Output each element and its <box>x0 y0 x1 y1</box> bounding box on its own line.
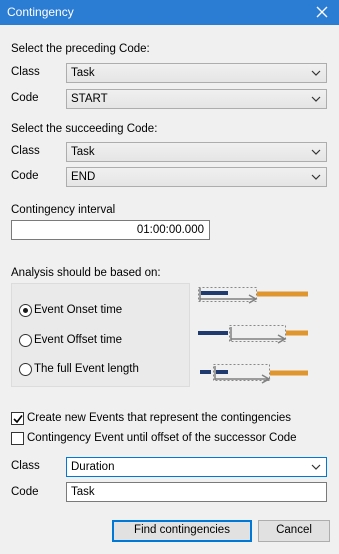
succeeding-class-select[interactable]: Task <box>66 142 327 162</box>
until-offset-label: Contingency Event until offset of the su… <box>27 432 297 444</box>
succeeding-heading: Select the succeeding Code: <box>11 123 158 135</box>
result-class-select[interactable]: Duration <box>66 457 327 477</box>
result-code-input[interactable]: Task <box>66 482 327 502</box>
radio-button[interactable] <box>19 304 32 317</box>
result-class-label: Class <box>11 460 40 472</box>
interval-label: Contingency interval <box>11 204 116 216</box>
interval-input[interactable]: 01:00:00.000 <box>11 220 210 240</box>
close-button[interactable] <box>305 0 339 25</box>
radio-button[interactable] <box>19 334 32 347</box>
succeeding-code-select[interactable]: END <box>66 167 327 187</box>
cancel-button[interactable]: Cancel <box>258 520 330 542</box>
result-class-value: Duration <box>71 461 115 473</box>
succeeding-class-value: Task <box>71 146 95 158</box>
full-length-diagram <box>200 364 308 384</box>
radio-full-length-label: The full Event length <box>34 363 139 375</box>
radio-onset-label: Event Onset time <box>34 304 123 316</box>
preceding-class-select[interactable]: Task <box>66 63 327 83</box>
find-contingencies-button[interactable]: Find contingencies <box>112 520 252 542</box>
preceding-class-label: Class <box>11 66 40 78</box>
preceding-code-value: START <box>71 93 108 105</box>
result-code-value: Task <box>71 486 95 498</box>
window-title: Contingency <box>7 5 74 19</box>
preceding-class-value: Task <box>71 67 95 79</box>
checkmark-icon <box>13 415 23 424</box>
chevron-down-icon <box>311 149 321 155</box>
succeeding-class-label: Class <box>11 145 40 157</box>
chevron-down-icon <box>311 174 321 180</box>
chevron-down-icon <box>311 70 321 76</box>
cancel-label: Cancel <box>276 524 312 536</box>
close-icon <box>316 6 328 18</box>
interval-value: 01:00:00.000 <box>136 224 204 236</box>
create-events-checkbox[interactable] <box>11 412 24 425</box>
analysis-heading: Analysis should be based on: <box>11 267 161 279</box>
preceding-code-select[interactable]: START <box>66 89 327 109</box>
preceding-heading: Select the preceding Code: <box>11 43 150 55</box>
succeeding-code-label: Code <box>11 170 39 182</box>
onset-diagram <box>198 287 308 304</box>
radio-offset-label: Event Offset time <box>34 334 122 346</box>
title-bar: Contingency <box>0 0 339 25</box>
create-events-label: Create new Events that represent the con… <box>27 412 292 424</box>
offset-diagram <box>198 325 308 344</box>
chevron-down-icon <box>311 464 321 470</box>
chevron-down-icon <box>311 96 321 102</box>
radio-button[interactable] <box>19 363 32 376</box>
preceding-code-label: Code <box>11 92 39 104</box>
until-offset-checkbox[interactable] <box>11 432 24 445</box>
find-contingencies-label: Find contingencies <box>134 524 230 536</box>
succeeding-code-value: END <box>71 171 96 183</box>
result-code-label: Code <box>11 486 39 498</box>
